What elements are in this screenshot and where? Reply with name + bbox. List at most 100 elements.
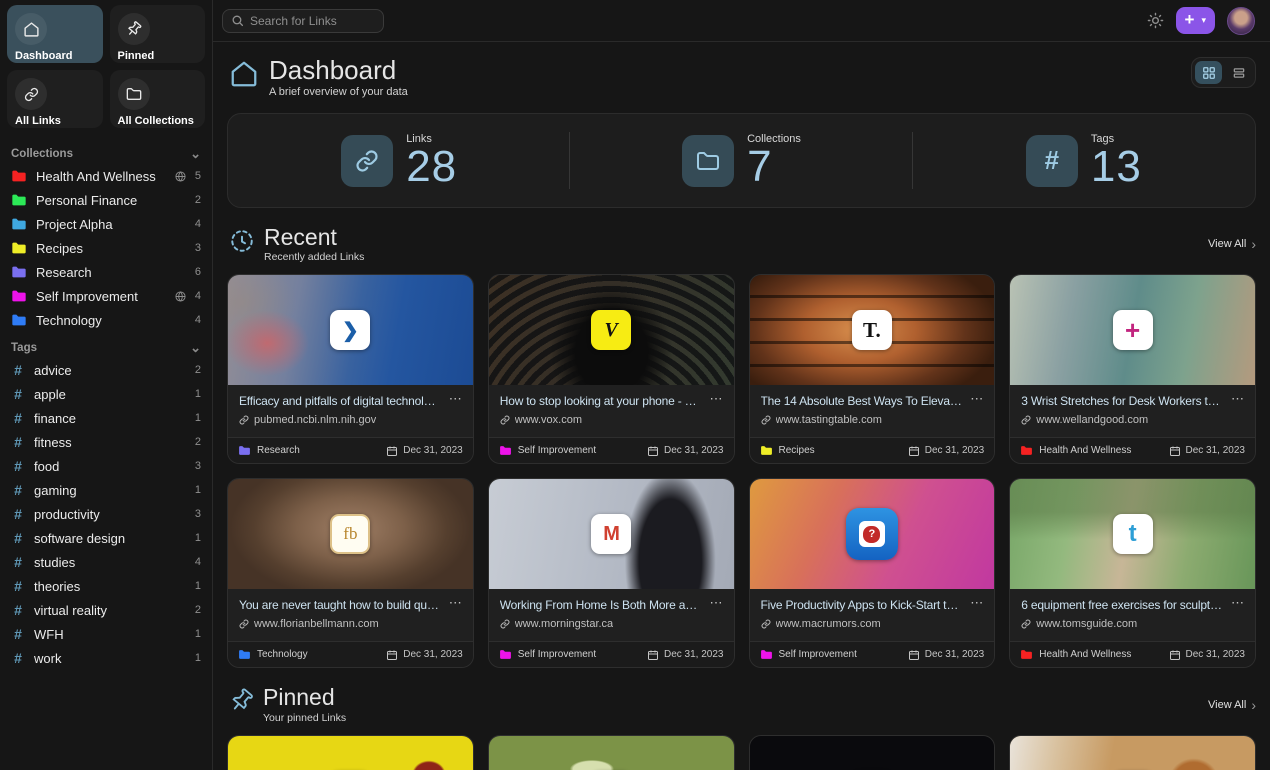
sidebar-tag-finance[interactable]: #finance1 <box>7 406 205 430</box>
sidebar-item-pinned[interactable]: Pinned <box>110 5 206 63</box>
sidebar-collection-project-alpha[interactable]: Project Alpha 4 <box>7 212 205 236</box>
sidebar-tag-wfh[interactable]: #WFH1 <box>7 622 205 646</box>
calendar-icon <box>647 445 659 457</box>
link-url: www.wellandgood.com <box>1036 414 1148 426</box>
card-collection-name: Self Improvement <box>518 649 641 660</box>
grid-view-button[interactable] <box>1195 61 1222 84</box>
sidebar-tag-fitness[interactable]: #fitness2 <box>7 430 205 454</box>
card-menu-button[interactable]: ⋯ <box>1231 598 1244 608</box>
collection-count: 2 <box>195 194 201 206</box>
card-date: Dec 31, 2023 <box>1186 445 1246 456</box>
sidebar-item-all-links[interactable]: All Links <box>7 70 103 128</box>
link-card[interactable]: t 6 equipment free exercises for sculpti… <box>1009 478 1256 668</box>
link-card[interactable]: ? Five Productivity Apps to Kick-Start t… <box>749 478 996 668</box>
sidebar-tag-software-design[interactable]: #software design1 <box>7 526 205 550</box>
chevron-down-icon[interactable]: ⌄ <box>190 344 201 352</box>
vox-logo: V <box>591 310 631 350</box>
collection-name: Technology <box>36 313 186 328</box>
sidebar-collection-recipes[interactable]: Recipes 3 <box>7 236 205 260</box>
card-menu-button[interactable]: ⋯ <box>710 598 723 608</box>
card-collection-name: Self Improvement <box>518 445 641 456</box>
link-card[interactable]: ❯ Efficacy and pitfalls of digital techn… <box>227 274 474 464</box>
link-url: www.morningstar.ca <box>515 618 613 630</box>
sidebar-item-all-collections[interactable]: All Collections <box>110 70 206 128</box>
link-url: www.vox.com <box>515 414 582 426</box>
recent-view-all-link[interactable]: View All › <box>1208 236 1256 252</box>
globe-icon <box>175 291 186 302</box>
card-menu-button[interactable]: ⋯ <box>1231 394 1244 404</box>
chevron-right-icon: › <box>1251 697 1256 713</box>
stat-value: 7 <box>747 146 801 188</box>
tag-count: 1 <box>195 484 201 496</box>
link-card[interactable]: T. The 14 Absolute Best Ways To Elevate … <box>749 274 996 464</box>
card-menu-button[interactable]: ⋯ <box>970 598 983 608</box>
collection-count: 5 <box>195 170 201 182</box>
card-menu-button[interactable]: ⋯ <box>449 598 462 608</box>
link-title: How to stop looking at your phone - Vox <box>500 394 702 408</box>
stat-tags[interactable]: # Tags 13 <box>913 114 1255 207</box>
card-menu-button[interactable]: ⋯ <box>449 394 462 404</box>
link-card[interactable] <box>749 735 996 770</box>
hash-icon: # <box>11 482 25 498</box>
sidebar-collection-health-and-wellness[interactable]: Health And Wellness 5 <box>7 164 205 188</box>
avatar[interactable] <box>1227 7 1255 35</box>
folder-icon <box>682 135 734 187</box>
sidebar-tag-studies[interactable]: #studies4 <box>7 550 205 574</box>
link-thumbnail: fb <box>228 479 473 589</box>
folder-icon <box>11 168 27 184</box>
stat-value: 28 <box>406 146 457 188</box>
hash-icon: # <box>11 530 25 546</box>
sidebar-collection-personal-finance[interactable]: Personal Finance 2 <box>7 188 205 212</box>
tag-count: 1 <box>195 532 201 544</box>
sidebar-collection-self-improvement[interactable]: Self Improvement 4 <box>7 284 205 308</box>
link-thumbnail: ? <box>750 479 995 589</box>
link-card[interactable]: M Working From Home Is Both More and L..… <box>488 478 735 668</box>
sidebar-tag-work[interactable]: #work1 <box>7 646 205 670</box>
link-card[interactable] <box>1009 735 1256 770</box>
sidebar-tag-apple[interactable]: #apple1 <box>7 382 205 406</box>
sidebar-tag-advice[interactable]: #advice2 <box>7 358 205 382</box>
wellandgood-logo: + <box>1113 310 1153 350</box>
search-input[interactable] <box>250 14 375 28</box>
tag-name: work <box>34 651 186 666</box>
sidebar-collection-research[interactable]: Research 6 <box>7 260 205 284</box>
sidebar-tag-theories[interactable]: #theories1 <box>7 574 205 598</box>
card-menu-button[interactable]: ⋯ <box>710 394 723 404</box>
sidebar-tag-gaming[interactable]: #gaming1 <box>7 478 205 502</box>
link-card[interactable] <box>488 735 735 770</box>
search-box[interactable] <box>222 9 384 33</box>
list-view-button[interactable] <box>1225 61 1252 84</box>
theme-toggle-sun-icon[interactable] <box>1147 12 1164 29</box>
sidebar-tag-food[interactable]: #food3 <box>7 454 205 478</box>
card-collection-name: Self Improvement <box>779 649 902 660</box>
sidebar-tag-productivity[interactable]: #productivity3 <box>7 502 205 526</box>
tag-name: food <box>34 459 186 474</box>
tag-count: 2 <box>195 436 201 448</box>
link-card[interactable]: V How to stop looking at your phone - Vo… <box>488 274 735 464</box>
macrumors-logo: ? <box>846 508 898 560</box>
page-header: Dashboard A brief overview of your data <box>227 57 1256 98</box>
stat-collections[interactable]: Collections 7 <box>570 114 912 207</box>
hash-icon: # <box>11 386 25 402</box>
link-card[interactable]: + 3 Wrist Stretches for Desk Workers to … <box>1009 274 1256 464</box>
hash-icon: # <box>1026 135 1078 187</box>
stat-links[interactable]: Links 28 <box>228 114 570 207</box>
folder-icon <box>118 78 150 110</box>
sidebar-collection-technology[interactable]: Technology 4 <box>7 308 205 332</box>
link-card[interactable] <box>227 735 474 770</box>
sidebar-item-dashboard[interactable]: Dashboard <box>7 5 103 63</box>
sidebar-tag-virtual-reality[interactable]: #virtual reality2 <box>7 598 205 622</box>
link-title: The 14 Absolute Best Ways To Elevate Fr.… <box>761 394 963 408</box>
main-area: + ▾ Dashboard A brief overview of your d… <box>213 0 1270 770</box>
collection-count: 3 <box>195 242 201 254</box>
chevron-down-icon[interactable]: ⌄ <box>190 150 201 158</box>
link-thumbnail: ❯ <box>228 275 473 385</box>
card-menu-button[interactable]: ⋯ <box>970 394 983 404</box>
link-card[interactable]: fb You are never taught how to build qua… <box>227 478 474 668</box>
pinned-section-header: Pinned Your pinned Links View All › <box>227 685 1256 723</box>
add-new-button[interactable]: + ▾ <box>1176 7 1215 34</box>
view-toggle <box>1191 57 1256 88</box>
link-thumbnail <box>489 736 734 770</box>
pinned-view-all-link[interactable]: View All › <box>1208 697 1256 713</box>
calendar-icon <box>386 649 398 661</box>
